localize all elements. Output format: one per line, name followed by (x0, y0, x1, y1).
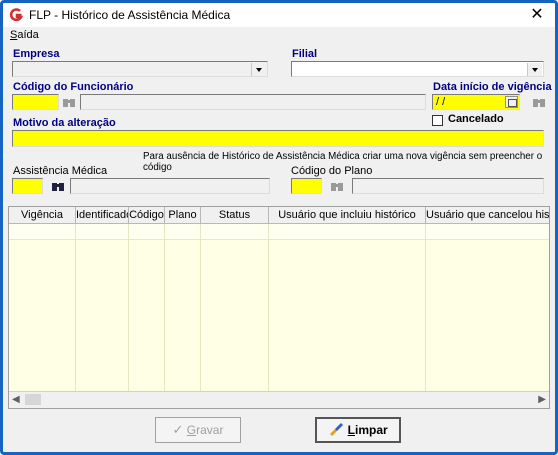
eraser-brush-icon (330, 423, 344, 436)
column-header-status[interactable]: Status (201, 207, 269, 223)
vigencia-date-input[interactable]: / / (432, 94, 520, 110)
assistencia-label: Assistência Médica (13, 165, 108, 177)
vigencia-search-button[interactable] (530, 94, 548, 111)
assistencia-code-input[interactable] (12, 178, 43, 194)
calendar-icon[interactable] (505, 96, 518, 108)
title-bar: FLP - Histórico de Assistência Médica ✕ (3, 3, 555, 27)
vigencia-label: Data início de vigência (433, 81, 552, 93)
column-divider (425, 224, 426, 391)
menu-bar: Saída (3, 27, 555, 45)
limpar-mnemonic: L (347, 423, 355, 437)
funcionario-search-button[interactable] (60, 94, 78, 111)
column-header-vigencia[interactable]: Vigência (9, 207, 76, 223)
gravar-button[interactable]: ✓ Gravar (155, 417, 241, 443)
window-title: FLP - Histórico de Assistência Médica (29, 8, 231, 22)
column-header-usuario-cancelou[interactable]: Usuário que cancelou histórico (426, 207, 549, 223)
horizontal-scrollbar[interactable]: ◀ ▶ (9, 391, 549, 408)
filial-dropdown-chevron-icon[interactable] (527, 63, 542, 76)
funcionario-code-input[interactable] (12, 94, 59, 110)
scroll-left-arrow-icon[interactable]: ◀ (12, 394, 20, 405)
plano-search-button[interactable] (328, 178, 346, 195)
funcionario-name-field (80, 94, 426, 110)
binoculars-icon (331, 183, 343, 191)
assistencia-name-field (70, 178, 270, 194)
motivo-input[interactable] (12, 130, 544, 147)
column-divider (128, 224, 129, 391)
limpar-label: impar (355, 423, 388, 437)
menu-item-saida[interactable]: Saída (10, 29, 39, 41)
empresa-select[interactable] (12, 61, 268, 77)
empresa-label: Empresa (13, 48, 60, 60)
column-divider (268, 224, 269, 391)
funcionario-label: Código do Funcionário (13, 81, 134, 93)
scrollbar-thumb[interactable] (25, 394, 41, 405)
app-window: FLP - Histórico de Assistência Médica ✕ … (0, 0, 558, 455)
binoculars-icon (533, 99, 545, 107)
app-logo-icon (9, 8, 23, 22)
cancelado-checkbox[interactable] (432, 115, 443, 126)
plano-label: Código do Plano (291, 165, 373, 177)
binoculars-icon (52, 183, 64, 191)
menu-item-saida-label: aída (17, 29, 39, 41)
column-divider (75, 224, 76, 391)
close-button[interactable]: ✕ (519, 3, 555, 27)
checkmark-icon: ✓ (172, 422, 184, 437)
column-divider (200, 224, 201, 391)
column-divider (164, 224, 165, 391)
gravar-label: ravar (196, 423, 224, 437)
column-header-usuario-incluiu[interactable]: Usuário que incluiu histórico (269, 207, 426, 223)
cancelado-label: Cancelado (448, 113, 504, 125)
assistencia-search-button[interactable] (49, 178, 67, 195)
history-grid[interactable]: Vigência Identificador Código Plano Stat… (8, 206, 550, 409)
grid-header: Vigência Identificador Código Plano Stat… (9, 207, 549, 224)
table-row[interactable] (9, 224, 549, 240)
plano-code-input[interactable] (291, 178, 322, 194)
plano-name-field (352, 178, 544, 194)
scroll-right-arrow-icon[interactable]: ▶ (538, 394, 546, 405)
empresa-dropdown-chevron-icon[interactable] (251, 63, 266, 76)
binoculars-icon (63, 99, 75, 107)
column-header-identificador[interactable]: Identificador (76, 207, 129, 223)
gravar-mnemonic: G (186, 423, 197, 437)
column-header-codigo[interactable]: Código (129, 207, 165, 223)
motivo-label: Motivo da alteração (13, 117, 116, 129)
vigencia-date-value: / / (436, 96, 446, 108)
column-header-plano[interactable]: Plano (165, 207, 201, 223)
filial-label: Filial (292, 48, 318, 60)
limpar-button[interactable]: Limpar (315, 417, 401, 443)
filial-select[interactable] (291, 61, 544, 77)
